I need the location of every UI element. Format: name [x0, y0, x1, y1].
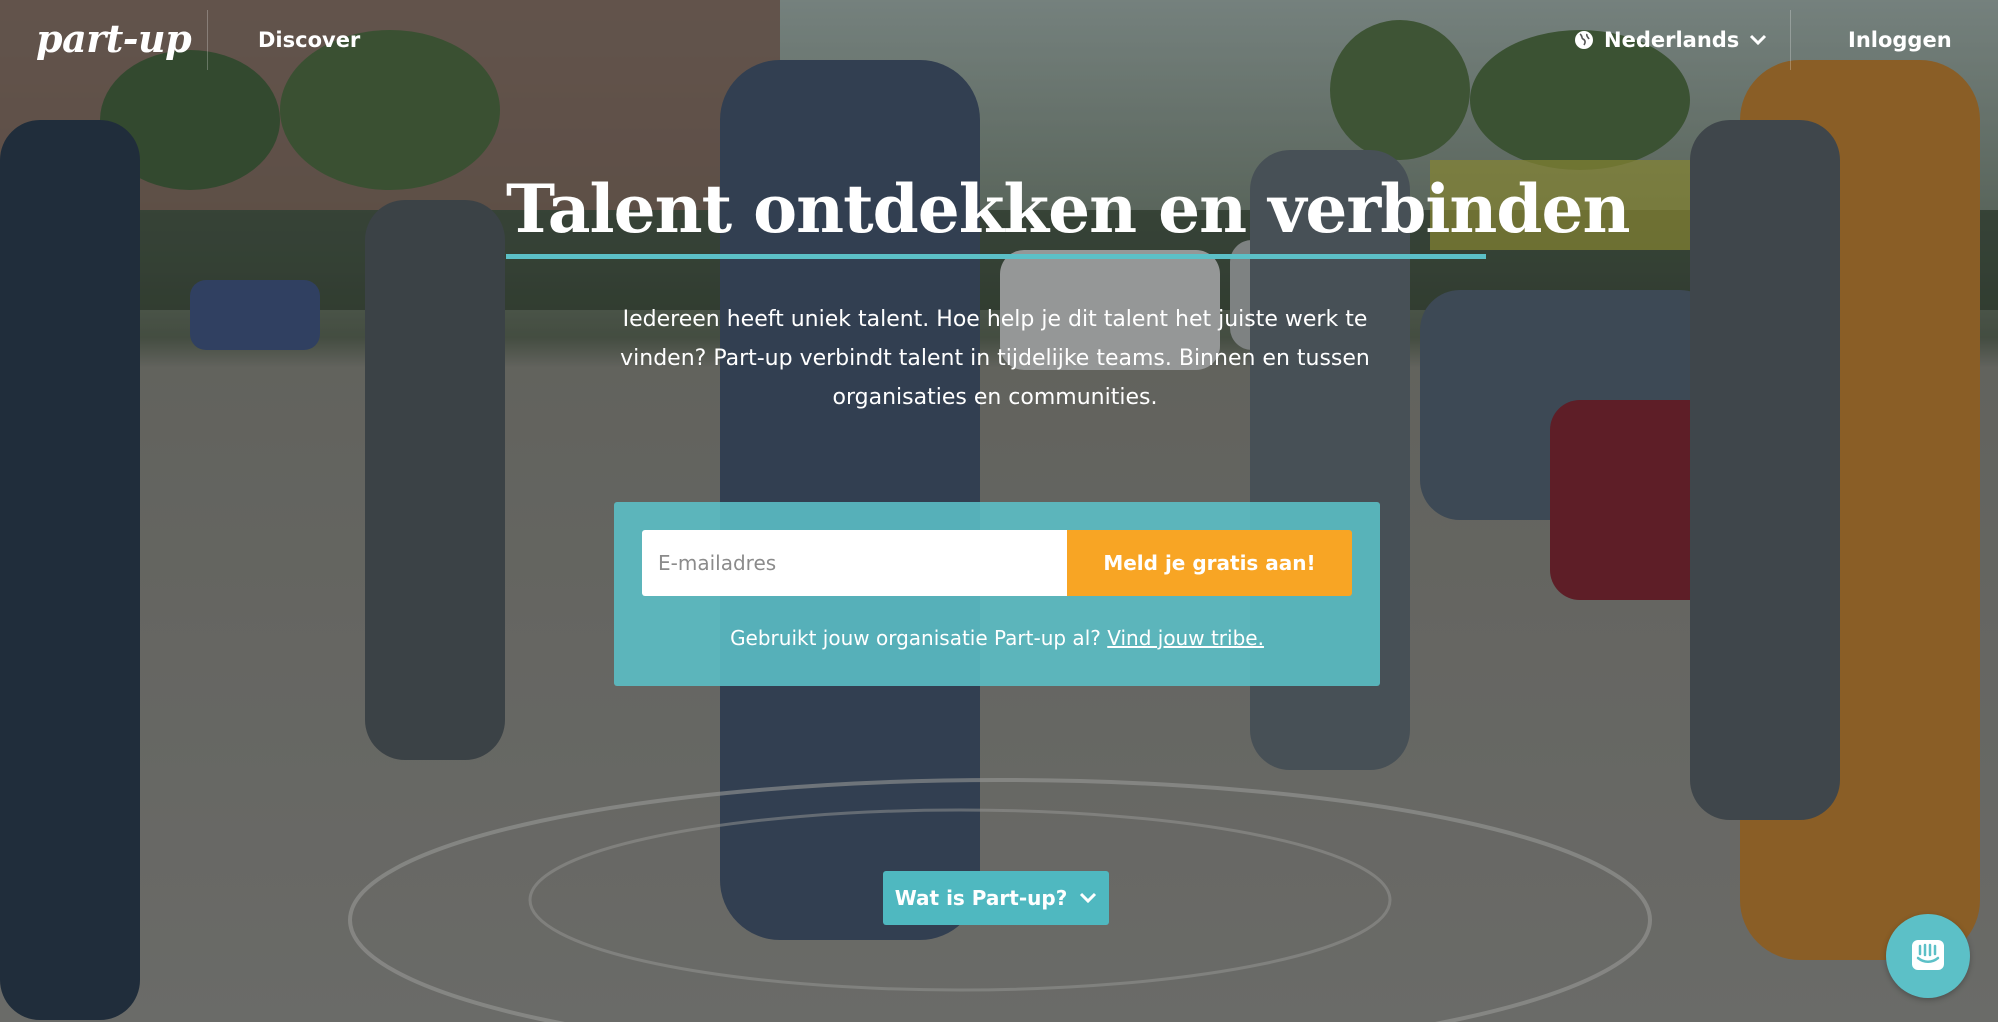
chat-launcher-button[interactable] [1886, 914, 1970, 998]
headline-underline [506, 254, 1486, 259]
chevron-down-icon [1750, 34, 1767, 46]
signup-button[interactable]: Meld je gratis aan! [1067, 530, 1352, 596]
tribe-prompt: Gebruikt jouw organisatie Part-up al? [730, 626, 1101, 650]
chevron-down-icon [1080, 892, 1097, 904]
nav-divider [1790, 10, 1791, 70]
language-selector[interactable]: Nederlands [1574, 28, 1767, 52]
tribe-line: Gebruikt jouw organisatie Part-up al? Vi… [614, 626, 1380, 650]
find-tribe-link[interactable]: Vind jouw tribe. [1107, 626, 1264, 650]
chat-icon [1912, 940, 1944, 970]
what-is-part-up-button[interactable]: Wat is Part-up? [883, 871, 1109, 925]
what-is-part-up-label: Wat is Part-up? [894, 886, 1068, 910]
hero-subtext: Iedereen heeft uniek talent. Hoe help je… [620, 307, 1370, 410]
hero-section: part-up Discover Nederlands Inloggen Tal… [0, 0, 1998, 1022]
discover-link[interactable]: Discover [258, 28, 360, 52]
top-navigation: part-up Discover Nederlands Inloggen [0, 0, 1998, 84]
signup-panel: Meld je gratis aan! Gebruikt jouw organi… [614, 502, 1380, 686]
nav-divider [207, 10, 208, 70]
login-link[interactable]: Inloggen [1848, 28, 1952, 52]
email-field[interactable] [642, 530, 1067, 596]
part-up-logo[interactable]: part-up [36, 16, 192, 61]
hero-headline: Talent ontdekken en verbinden [506, 170, 1631, 248]
globe-icon [1575, 31, 1593, 49]
language-label: Nederlands [1604, 28, 1740, 52]
